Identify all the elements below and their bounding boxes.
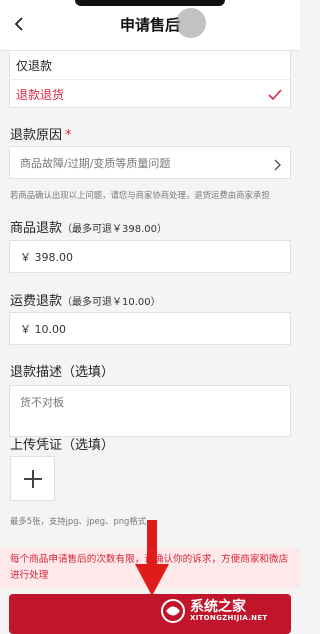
shipping-refund-label: 运费退款（最多可退￥10.00） xyxy=(10,294,161,309)
refund-reason-hint: 若商品确认出现以上问题，请您与商家协商处理，退货运费由商家承担 xyxy=(10,190,270,200)
upload-label: 上传凭证（选填） xyxy=(10,438,115,453)
shipping-refund-input[interactable]: ￥ 10.00 xyxy=(9,312,291,345)
option-label: 仅退款 xyxy=(16,58,53,73)
chevron-right-icon xyxy=(274,156,282,175)
upload-add-button[interactable] xyxy=(10,456,55,501)
status-notch xyxy=(75,0,225,6)
down-arrow-icon xyxy=(135,520,169,600)
header-bar: 申请售后 xyxy=(0,0,300,51)
refund-type-card: 仅退款 退款退货 xyxy=(9,50,291,108)
watermark: 系统之家 XITONGZHIJIA.NET xyxy=(160,594,300,628)
watermark-url: XITONGZHIJIA.NET xyxy=(190,614,268,622)
option-refund-only[interactable]: 仅退款 xyxy=(10,51,290,80)
watermark-text: 系统之家 xyxy=(190,599,246,615)
shipping-refund-value: ￥ 10.00 xyxy=(20,322,66,336)
goods-refund-input[interactable]: ￥ 398.00 xyxy=(9,240,291,273)
upload-hint: 最多5张，支持jpg、jpeg、png格式 xyxy=(10,516,147,526)
refund-desc-textarea[interactable]: 货不对板 xyxy=(9,385,291,437)
option-refund-return[interactable]: 退款退货 xyxy=(10,80,290,108)
page-title: 申请售后 xyxy=(119,16,180,34)
refund-reason-value: 商品故障/过期/变质等质量问题 xyxy=(20,156,171,170)
refund-reason-label: 退款原因 * xyxy=(10,128,72,143)
watermark-logo-icon xyxy=(161,599,185,623)
checkmark-icon xyxy=(268,86,282,105)
refund-desc-label: 退款描述（选填） xyxy=(10,365,115,380)
required-mark: * xyxy=(65,128,72,143)
option-label: 退款退货 xyxy=(16,87,65,102)
touch-indicator xyxy=(176,8,206,38)
refund-reason-select[interactable]: 商品故障/过期/变质等质量问题 xyxy=(9,146,291,179)
goods-refund-value: ￥ 398.00 xyxy=(20,250,73,264)
goods-refund-label: 商品退款（最多可退￥398.00） xyxy=(10,221,168,236)
